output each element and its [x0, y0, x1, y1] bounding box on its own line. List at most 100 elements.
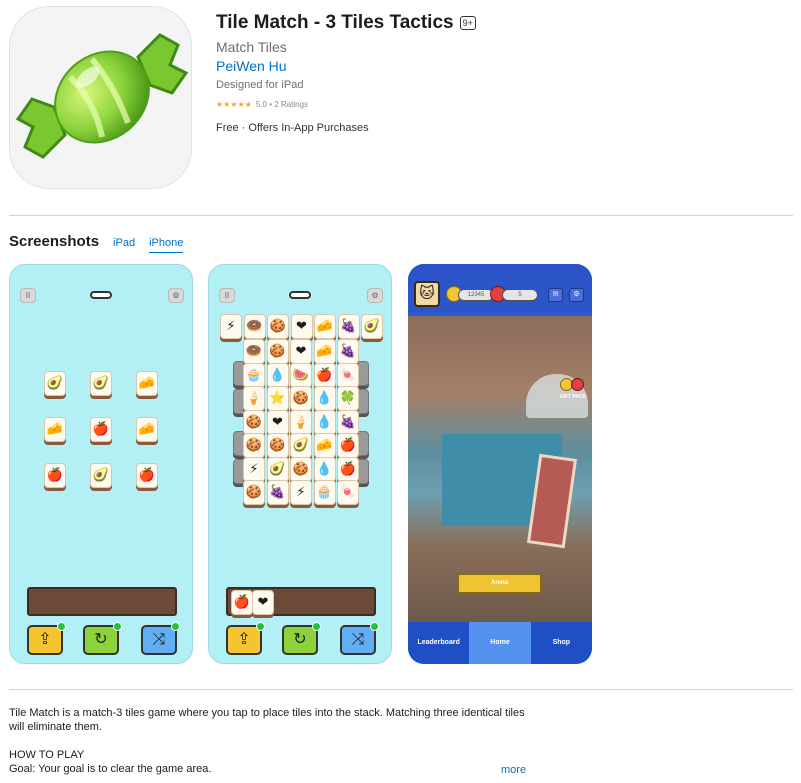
price-text: Free · Offers In-App Purchases [216, 122, 369, 134]
tile: 🍪 [266, 433, 289, 458]
game-top-bar: 🐱 12345 5 ✉ ⚙ [408, 264, 592, 312]
section-divider [9, 689, 793, 690]
green-candy-icon [15, 33, 189, 159]
mail-icon: ✉ [548, 288, 563, 302]
tile: 🍀 [337, 386, 359, 411]
age-rating-badge: 9+ [459, 16, 476, 30]
tile: 🥑 [90, 463, 112, 488]
undo-powerup: ⇪ [226, 622, 265, 655]
tile: 🍪 [243, 480, 265, 505]
gift-pack-icon: GIFT PACK [559, 378, 587, 406]
shuffle-icon: ⤨ [152, 631, 166, 648]
energy-counter: 5 [502, 289, 538, 301]
tile: 🍪 [267, 314, 289, 339]
shuffle-icon: ⤨ [351, 631, 365, 648]
screenshot-2[interactable]: II ⚙ ⚡ 🍩 🍪 ❤ 🧀 🍇 🥑 🍩 🍪 ❤ 🧀 🍇 🧁 💧 🍉 🍎 🍬 🍦 ⭐ 🍪 💧 🍀 🍪 ❤ 🍦 💧 🍇 🍪 🍪 🥑 🧀 🍎 ⚡ 🥑 🍪… [208, 264, 392, 664]
refresh-icon: ↻ [94, 631, 108, 648]
undo-powerup: ⇪ [27, 622, 66, 655]
tile: 🍦 [243, 386, 265, 411]
app-description: Tile Match is a match-3 tiles game where… [9, 706, 529, 776]
tile: 🍦 [290, 409, 312, 435]
tile: 🍩 [243, 314, 266, 339]
refresh-powerup: ↻ [83, 622, 122, 655]
star-rating-icon: ★★★★★ [216, 100, 252, 109]
tile: 🍎 [313, 362, 336, 388]
rating-row: ★★★★★ 5.0 • 2 Ratings [216, 100, 476, 109]
tile: 🍪 [243, 409, 265, 435]
refresh-powerup: ↻ [282, 622, 321, 655]
screenshots-header: Screenshots iPad iPhone [9, 233, 184, 253]
refresh-icon: ↻ [293, 631, 307, 648]
tile: 🍇 [337, 409, 359, 435]
tile: 🍇 [337, 314, 360, 339]
tile: 🧀 [314, 314, 336, 339]
tile: ❤ [290, 314, 313, 339]
app-subtitle: Match Tiles [216, 39, 287, 55]
game-bottom-nav: Leaderboard Home Shop [408, 622, 592, 664]
tray-tile: 🍎 [231, 590, 253, 615]
tile: 🧀 [313, 433, 336, 458]
tile: 🧁 [243, 362, 265, 388]
pause-icon: II [219, 288, 235, 303]
shuffle-powerup: ⤨ [340, 622, 379, 655]
tile: 🥑 [266, 456, 289, 482]
arena-button: Arena [458, 574, 541, 593]
app-title: Tile Match - 3 Tiles Tactics [216, 12, 454, 33]
tile: 🍉 [290, 362, 312, 388]
screenshots-title: Screenshots [9, 233, 100, 250]
tile: ⚡ [290, 480, 312, 505]
tile: 🍬 [337, 362, 359, 388]
more-link[interactable]: more [501, 764, 526, 776]
app-info: Tile Match - 3 Tiles Tactics 9+ Match Ti… [216, 12, 476, 134]
tile: 🍎 [337, 433, 359, 458]
share-icon: ⇪ [237, 631, 251, 648]
tile: 🥑 [361, 314, 383, 339]
tile: 💧 [313, 456, 336, 482]
tray-tile: ❤ [252, 590, 274, 615]
tab-ipad[interactable]: iPad [113, 237, 135, 252]
screenshot-1[interactable]: II ⚙ 🥑 🥑 🧀 🧀 🍎 🧀 🍎 🥑 🍎 ⇪ ↻ ⤨ [9, 264, 193, 664]
how-to-play-heading: HOW TO PLAY [9, 749, 85, 761]
tile: ❤ [266, 409, 289, 435]
tile: 🍇 [337, 339, 359, 364]
shuffle-powerup: ⤨ [141, 622, 180, 655]
tile: 🍎 [44, 463, 66, 488]
tile: 🧀 [136, 417, 158, 442]
developer-link[interactable]: PeiWen Hu [216, 58, 287, 74]
tile: 💧 [266, 362, 289, 388]
settings-icon: ⚙ [367, 288, 383, 303]
tile: 🧀 [313, 339, 336, 364]
title-row: Tile Match - 3 Tiles Tactics 9+ [216, 12, 476, 34]
tile: 💧 [313, 409, 336, 435]
screenshot-3[interactable]: 🐱 12345 5 ✉ ⚙ GIFT PACK Arena Leaderboar… [408, 264, 592, 664]
tile: 🧁 [313, 480, 336, 505]
goal-text: Goal: Your goal is to clear the game are… [9, 763, 212, 775]
tile: 🍩 [243, 339, 265, 364]
nav-leaderboard: Leaderboard [417, 639, 460, 646]
tile: ⚡ [243, 456, 265, 482]
tile: 🍪 [243, 433, 265, 458]
tile: 🍇 [266, 480, 289, 505]
link-icon [90, 291, 112, 299]
tile: 🥑 [44, 371, 66, 396]
tile: 🍪 [290, 386, 312, 411]
tab-iphone[interactable]: iPhone [149, 237, 184, 253]
designed-for-label: Designed for iPad [216, 79, 304, 91]
cafe-scene: GIFT PACK Arena [408, 316, 592, 622]
tile: 🥑 [90, 371, 112, 396]
coin-counter: 12345 [458, 289, 494, 301]
tile-tray: 🍎 ❤ [226, 587, 376, 616]
section-divider [9, 215, 793, 216]
app-icon[interactable] [9, 6, 192, 189]
tile: 🧀 [136, 371, 158, 396]
settings-icon: ⚙ [569, 288, 584, 302]
share-icon: ⇪ [38, 631, 52, 648]
nav-shop: Shop [552, 639, 571, 646]
rating-text: 5.0 • 2 Ratings [255, 100, 309, 109]
pause-icon: II [20, 288, 36, 303]
nav-home: Home [469, 622, 531, 664]
tile: 🍪 [266, 339, 289, 364]
tile: 🥑 [290, 433, 312, 458]
tile: 💧 [313, 386, 336, 411]
tile: 🍎 [136, 463, 158, 488]
